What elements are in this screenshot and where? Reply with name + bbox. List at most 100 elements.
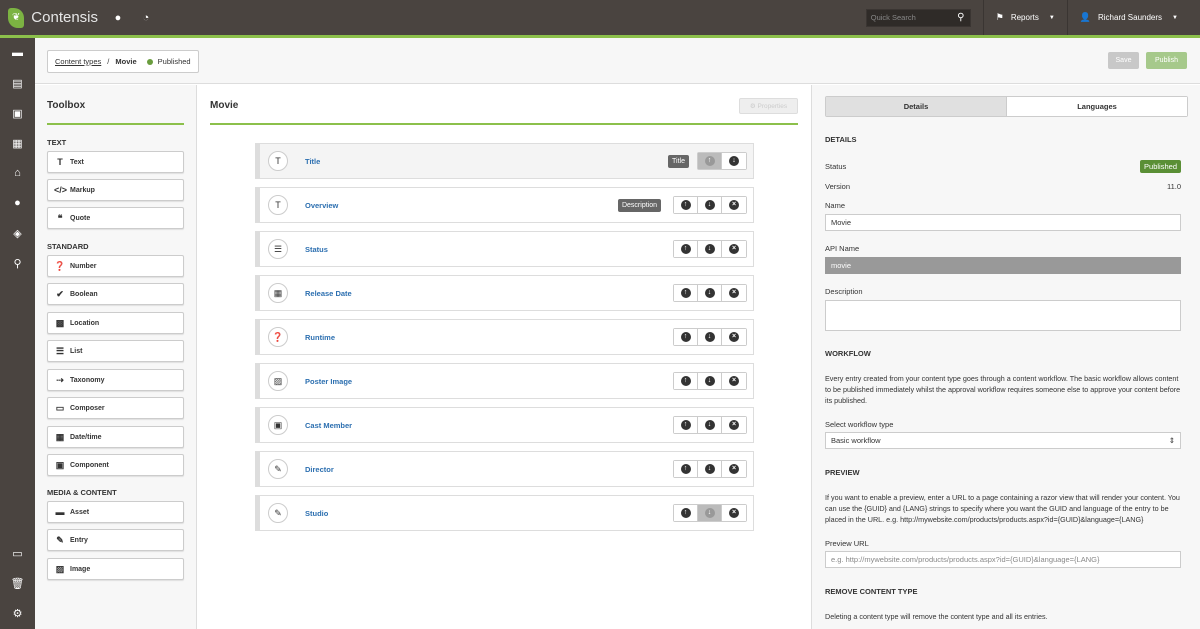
chevron-down-icon: ▼	[1172, 14, 1178, 21]
move-up-button[interactable]: ↑	[674, 505, 698, 521]
field-name[interactable]: Release Date	[305, 289, 673, 298]
field-name[interactable]: Poster Image	[305, 377, 673, 386]
user-menu[interactable]: 👤 Richard Saunders ▼	[1066, 0, 1200, 35]
preview-url-field[interactable]: e.g. http://mywebsite.com/products/produ…	[825, 551, 1181, 568]
toolbox-item-entry[interactable]: ✎ Entry	[47, 529, 184, 551]
remove-field-button[interactable]: ×	[722, 329, 746, 345]
field-name[interactable]: Cast Member	[305, 421, 673, 430]
search-input[interactable]	[866, 9, 952, 26]
reports-menu[interactable]: ⚑ Reports ▼	[982, 0, 1067, 35]
field-name[interactable]: Director	[305, 465, 673, 474]
arrow-down-icon: ↓	[704, 508, 715, 518]
toolbox-item-quote[interactable]: ❝ Quote	[47, 207, 184, 229]
version-value: 11.0	[1166, 182, 1181, 191]
tab-languages[interactable]: Languages	[1006, 97, 1187, 116]
content-types-icon[interactable]: ▤	[0, 68, 35, 98]
toolbox-item-component[interactable]: ▣ Component	[47, 454, 184, 476]
remove-field-button[interactable]: ×	[722, 373, 746, 389]
card-icon[interactable]: ▭	[0, 538, 35, 568]
save-button[interactable]: Save	[1108, 52, 1139, 69]
toolbox-item-list[interactable]: ☰ List	[47, 340, 184, 362]
editor-divider	[210, 123, 798, 125]
move-down-button[interactable]: ↓	[698, 285, 722, 301]
properties-button[interactable]: ⚙ Properties	[739, 98, 798, 114]
move-down-button[interactable]: ↓	[698, 197, 722, 213]
toolbox-item-datetime[interactable]: ▦ Date/time	[47, 426, 184, 448]
field-row-release-date[interactable]: ▦ Release Date ↑ ↓ ×	[255, 275, 754, 311]
field-row-poster-image[interactable]: ▨ Poster Image ↑ ↓ ×	[255, 363, 754, 399]
toolbox-item-location[interactable]: ▩ Location	[47, 312, 184, 334]
breadcrumb-content-types[interactable]: Content types	[55, 57, 101, 66]
field-name[interactable]: Studio	[305, 509, 673, 518]
field-row-overview[interactable]: T Overview Description ↑ ↓ ×	[255, 187, 754, 223]
remove-field-button[interactable]: ×	[722, 505, 746, 521]
remove-field-button[interactable]: ×	[722, 417, 746, 433]
app-logo[interactable]: ❦ Contensis	[8, 7, 98, 28]
move-down-button[interactable]: ↓	[722, 153, 746, 169]
history-icon[interactable]: ◔	[138, 10, 154, 26]
move-down-button[interactable]: ↓	[698, 417, 722, 433]
image-library-icon[interactable]: ▣	[0, 98, 35, 128]
toolbox-item-image[interactable]: ▨ Image	[47, 558, 184, 580]
field-row-cast-member[interactable]: ▣ Cast Member ↑ ↓ ×	[255, 407, 754, 443]
move-up-button[interactable]: ↑	[698, 153, 722, 169]
description-field[interactable]	[825, 300, 1181, 331]
settings-gear-icon[interactable]: ⚙	[0, 598, 35, 628]
trash-icon[interactable]: 🗑	[0, 568, 35, 598]
field-row-title[interactable]: T Title Title ↑ ↓	[255, 143, 754, 179]
toolbox-item-markup[interactable]: </> Markup	[47, 179, 184, 201]
move-up-button[interactable]: ↑	[674, 373, 698, 389]
site-icon[interactable]: ⌂	[0, 158, 35, 188]
field-row-studio[interactable]: ✎ Studio ↑ ↓ ×	[255, 495, 754, 531]
move-down-button[interactable]: ↓	[698, 241, 722, 257]
field-name[interactable]: Overview	[305, 201, 618, 210]
top-bar: ❦ Contensis ● ◔ ⚲ ⚑ Reports ▼ 👤 Richard …	[0, 0, 1200, 35]
arrow-up-icon: ↑	[680, 508, 691, 518]
move-up-button[interactable]: ↑	[674, 197, 698, 213]
toolbox-item-composer[interactable]: ▭ Composer	[47, 397, 184, 419]
field-row-director[interactable]: ✎ Director ↑ ↓ ×	[255, 451, 754, 487]
field-name[interactable]: Title	[305, 157, 668, 166]
move-down-button[interactable]: ↓	[698, 373, 722, 389]
arrow-up-icon: ↑	[680, 288, 691, 298]
move-down-button[interactable]: ↓	[698, 461, 722, 477]
field-name[interactable]: Status	[305, 245, 673, 254]
move-up-button[interactable]: ↑	[674, 417, 698, 433]
remove-field-button[interactable]: ×	[722, 285, 746, 301]
toolbox-item-boolean[interactable]: ✔ Boolean	[47, 283, 184, 305]
toolbox-item-label: Location	[70, 319, 100, 327]
toolbox-item-taxonomy[interactable]: ⇢ Taxonomy	[47, 369, 184, 391]
field-name[interactable]: Runtime	[305, 333, 673, 342]
move-up-button[interactable]: ↑	[674, 285, 698, 301]
field-row-runtime[interactable]: ❓ Runtime ↑ ↓ ×	[255, 319, 754, 355]
move-up-button[interactable]: ↑	[674, 329, 698, 345]
folder-icon[interactable]: ▬	[0, 38, 35, 68]
name-field[interactable]: Movie	[825, 214, 1181, 231]
remove-field-button[interactable]: ×	[722, 461, 746, 477]
search-icon[interactable]: ⚲	[952, 9, 970, 27]
quote-icon: ❝	[57, 212, 63, 223]
forms-icon[interactable]: ▦	[0, 128, 35, 158]
properties-label: Properties	[757, 102, 788, 110]
arrow-down-icon: ↓	[704, 376, 715, 386]
toolbox-item-number[interactable]: ❓ Number	[47, 255, 184, 277]
move-down-button[interactable]: ↓	[698, 329, 722, 345]
search-icon[interactable]: ⚲	[0, 248, 35, 278]
remove-field-button[interactable]: ×	[722, 241, 746, 257]
move-down-button[interactable]: ↓	[698, 505, 722, 521]
toolbox-item-label: List	[70, 347, 83, 355]
toolbox-item-text[interactable]: T Text	[47, 151, 184, 173]
comments-icon[interactable]: ●	[0, 188, 35, 218]
move-up-button[interactable]: ↑	[674, 241, 698, 257]
toolbox-item-asset[interactable]: ▬ Asset	[47, 501, 184, 523]
workflow-type-select[interactable]: Basic workflow ⇕	[825, 432, 1181, 449]
layers-icon[interactable]: ◈	[0, 218, 35, 248]
move-up-button[interactable]: ↑	[674, 461, 698, 477]
field-row-status[interactable]: ☰ Status ↑ ↓ ×	[255, 231, 754, 267]
arrow-up-icon: ↑	[680, 464, 691, 474]
remove-field-button[interactable]: ×	[722, 197, 746, 213]
tab-details[interactable]: Details	[826, 97, 1006, 116]
publish-button[interactable]: Publish	[1146, 52, 1187, 69]
breadcrumb-current: Movie	[115, 57, 137, 66]
check-circle-icon[interactable]: ●	[110, 10, 126, 26]
